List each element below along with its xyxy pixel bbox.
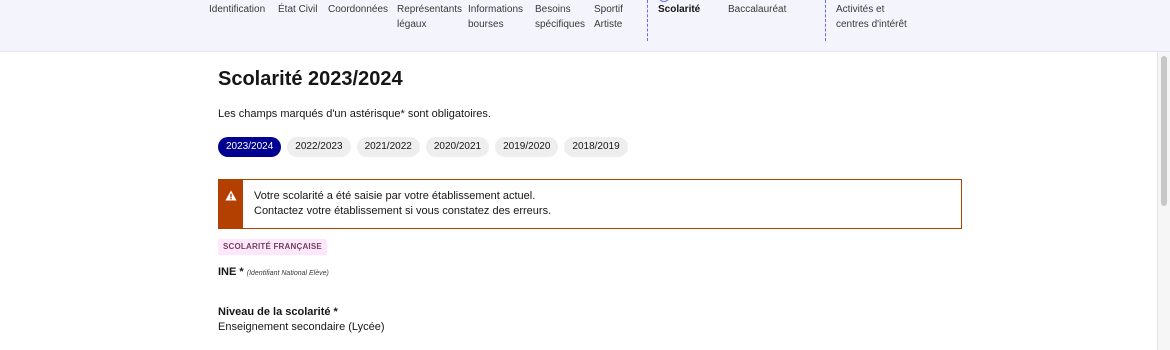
alert-icon-box <box>219 180 243 228</box>
warning-icon <box>225 190 237 201</box>
ine-hint: (Identifiant National Elève) <box>246 270 329 277</box>
year-tabs: 2023/2024 2022/2023 2021/2022 2020/2021 … <box>218 137 628 157</box>
nav-separator <box>647 0 648 41</box>
year-tag-2018-2019[interactable]: 2018/2019 <box>564 137 628 157</box>
nav-item-besoins-specifiques[interactable]: Besoins spécifiques <box>535 2 585 32</box>
alert-message: Votre scolarité a été saisie par votre é… <box>243 180 551 228</box>
year-tag-2022-2023[interactable]: 2022/2023 <box>287 137 351 157</box>
nav-item-etat-civil[interactable]: État Civil <box>278 2 317 17</box>
level-value: Enseignement secondaire (Lycée) <box>218 321 385 333</box>
nav-item-sportif-artiste[interactable]: Sportif Artiste <box>594 2 623 32</box>
nav-item-informations-bourses[interactable]: Informations bourses <box>468 2 523 32</box>
ine-field: INE * (Identifiant National Elève) <box>218 266 329 278</box>
alert-line-2: Contactez votre établissement si vous co… <box>254 205 552 217</box>
year-tag-2019-2020[interactable]: 2019/2020 <box>495 137 559 157</box>
nav-item-baccalaureat[interactable]: Baccalauréat <box>728 2 786 17</box>
nav-item-activites[interactable]: Activités et centres d'intérêt <box>836 2 907 32</box>
year-tag-2021-2022[interactable]: 2021/2022 <box>356 137 420 157</box>
year-tag-2023-2024[interactable]: 2023/2024 <box>218 137 282 157</box>
nav-item-coordonnees[interactable]: Coordonnées <box>328 2 388 17</box>
year-tag-2020-2021[interactable]: 2020/2021 <box>425 137 490 157</box>
required-fields-note: Les champs marqués d'un astérisque* sont… <box>218 108 491 120</box>
scrollbar[interactable] <box>1157 52 1170 350</box>
nav-separator <box>825 0 826 41</box>
warning-alert: Votre scolarité a été saisie par votre é… <box>218 179 962 229</box>
level-label: Niveau de la scolarité * <box>218 306 338 318</box>
nav-item-representants-legaux[interactable]: Représentants légaux <box>397 2 462 32</box>
nav-item-scolarite[interactable]: Scolarité <box>658 2 700 17</box>
nav-item-identification[interactable]: Identification <box>209 2 265 17</box>
section-badge: SCOLARITÉ FRANÇAISE <box>218 239 327 255</box>
alert-line-1: Votre scolarité a été saisie par votre é… <box>254 190 536 202</box>
scrollbar-thumb[interactable] <box>1161 56 1167 206</box>
step-navigation: Identification État Civil Coordonnées Re… <box>0 0 1170 52</box>
page-title: Scolarité 2023/2024 <box>218 68 403 90</box>
ine-label: INE * <box>218 266 244 278</box>
